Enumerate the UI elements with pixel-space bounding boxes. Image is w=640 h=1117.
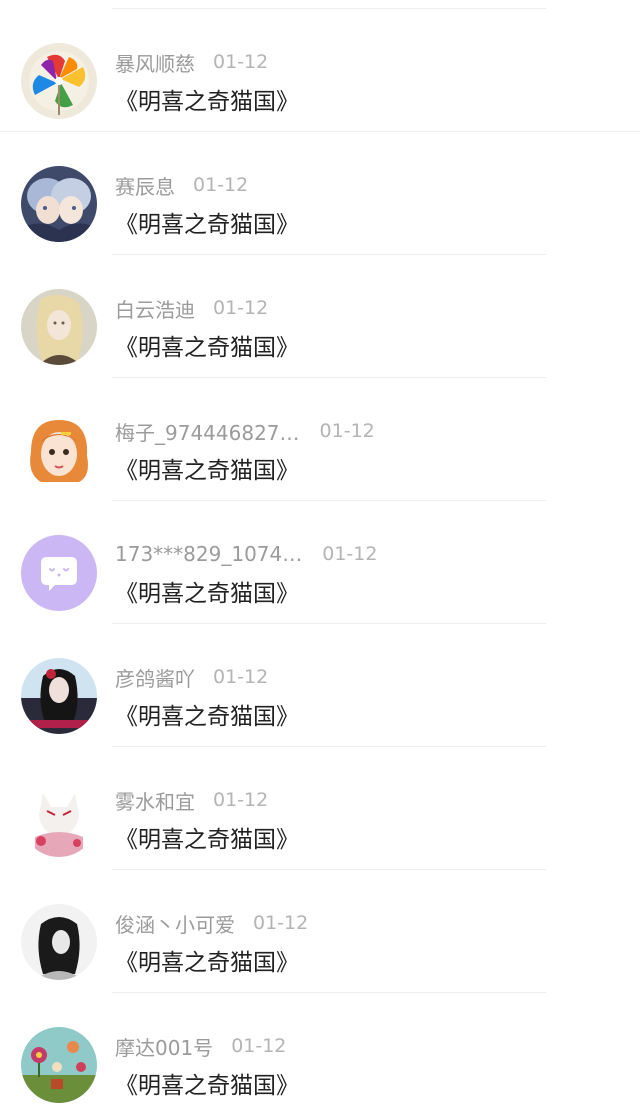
garden-avatar-icon[interactable]: [21, 1027, 97, 1103]
comment-text: 《明喜之奇猫国》: [115, 458, 299, 484]
pinwheel-avatar-icon[interactable]: [21, 43, 97, 119]
comment-text: 《明喜之奇猫国》: [115, 704, 299, 730]
cartoon-girl-avatar-icon[interactable]: [21, 412, 97, 488]
girl-sketch-avatar-icon[interactable]: [21, 289, 97, 365]
username[interactable]: 梅子_974446827…: [115, 417, 300, 446]
comment-text: 《明喜之奇猫国》: [115, 581, 299, 607]
comment-row[interactable]: 赛辰息 01-12 《明喜之奇猫国》: [0, 132, 640, 255]
comment-meta: 俊涵丶小可爱 01-12: [115, 908, 308, 938]
comment-meta: 白云浩迪 01-12: [115, 293, 268, 323]
username[interactable]: 暴风顺慈: [115, 48, 195, 77]
comment-text: 《明喜之奇猫国》: [115, 212, 299, 238]
anime-boys-avatar-icon[interactable]: [21, 166, 97, 242]
comment-text: 《明喜之奇猫国》: [115, 950, 299, 976]
comment-row[interactable]: 暴风顺慈 01-12 《明喜之奇猫国》: [0, 9, 640, 132]
comment-date: 01-12: [253, 912, 309, 934]
comment-row[interactable]: 173***829_1074… 01-12 《明喜之奇猫国》: [0, 501, 640, 624]
comment-row[interactable]: 俊涵丶小可爱 01-12 《明喜之奇猫国》: [0, 870, 640, 993]
comment-meta: 梅子_974446827… 01-12: [115, 416, 375, 446]
username[interactable]: 俊涵丶小可爱: [115, 909, 235, 938]
username[interactable]: 173***829_1074…: [115, 542, 302, 566]
comment-date: 01-12: [231, 1035, 287, 1057]
comment-date: 01-12: [213, 297, 269, 319]
comment-date: 01-12: [213, 666, 269, 688]
dark-girl-avatar-icon[interactable]: [21, 658, 97, 734]
username[interactable]: 白云浩迪: [115, 294, 195, 323]
username[interactable]: 雾水和宜: [115, 786, 195, 815]
comment-row[interactable]: 摩达001号 01-12 《明喜之奇猫国》: [0, 993, 640, 1116]
chat-bubble-avatar-icon[interactable]: [21, 535, 97, 611]
comment-row[interactable]: 雾水和宜 01-12 《明喜之奇猫国》: [0, 747, 640, 870]
comment-date: 01-12: [213, 789, 269, 811]
comment-date: 01-12: [322, 543, 378, 565]
comment-date: 01-12: [193, 174, 249, 196]
bw-portrait-avatar-icon[interactable]: [21, 904, 97, 980]
comment-meta: 赛辰息 01-12: [115, 170, 248, 200]
comment-row[interactable]: 彦鸽酱吖 01-12 《明喜之奇猫国》: [0, 624, 640, 747]
username[interactable]: 赛辰息: [115, 171, 175, 200]
comment-meta: 摩达001号 01-12: [115, 1031, 286, 1061]
username[interactable]: 摩达001号: [115, 1032, 213, 1061]
comment-row[interactable]: 白云浩迪 01-12 《明喜之奇猫国》: [0, 255, 640, 378]
comment-text: 《明喜之奇猫国》: [115, 1073, 299, 1099]
comment-meta: 暴风顺慈 01-12: [115, 47, 268, 77]
username[interactable]: 彦鸽酱吖: [115, 663, 195, 692]
comment-meta: 彦鸽酱吖 01-12: [115, 662, 268, 692]
comment-meta: 173***829_1074… 01-12: [115, 539, 377, 569]
comment-text: 《明喜之奇猫国》: [115, 335, 299, 361]
comment-date: 01-12: [213, 51, 269, 73]
comment-row[interactable]: 梅子_974446827… 01-12 《明喜之奇猫国》: [0, 378, 640, 501]
comment-text: 《明喜之奇猫国》: [115, 89, 299, 115]
fox-mask-avatar-icon[interactable]: [21, 781, 97, 857]
comment-meta: 雾水和宜 01-12: [115, 785, 268, 815]
comment-text: 《明喜之奇猫国》: [115, 827, 299, 853]
comment-date: 01-12: [319, 420, 375, 442]
